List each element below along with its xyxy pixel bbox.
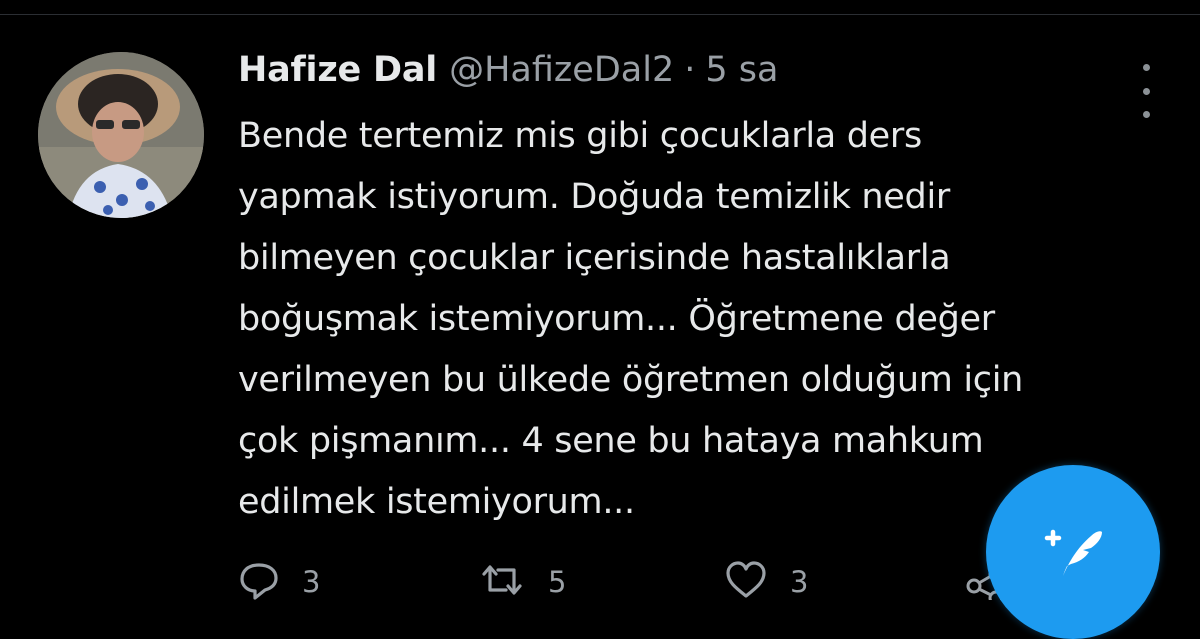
tweet-text-line: boğuşmak istemiyorum... Öğretmene değer [238, 299, 995, 339]
tweet-text-line: çok pişmanım... 4 sene bu hataya mahkum [238, 421, 984, 461]
retweet-button[interactable]: 5 [478, 560, 566, 604]
tweet-text: Bende tertemiz mis gibi çocuklarla ders … [238, 106, 1118, 533]
reply-count: 3 [302, 565, 321, 599]
tweet-text-line: edilmek istemiyorum... [238, 482, 635, 522]
author-name[interactable]: Hafize Dal [238, 50, 437, 90]
separator: · [684, 50, 696, 90]
reply-icon [238, 560, 280, 604]
tweet-text-line: yapmak istiyorum. Doğuda temizlik nedir [238, 177, 950, 217]
retweet-icon [478, 560, 526, 604]
like-count: 3 [790, 565, 809, 599]
more-vertical-icon[interactable] [1132, 64, 1160, 118]
tweet-header: Hafize Dal @HafizeDal2 · 5 sa [238, 50, 778, 100]
retweet-count: 5 [548, 565, 567, 599]
more-dot [1142, 64, 1150, 71]
tweet-text-line: verilmeyen bu ülkede öğretmen olduğum iç… [238, 360, 1024, 400]
author-handle[interactable]: @HafizeDal2 [449, 50, 674, 90]
like-button[interactable]: 3 [724, 560, 808, 604]
tweet-text-line: Bende tertemiz mis gibi çocuklarla ders [238, 116, 922, 156]
more-dot [1142, 87, 1150, 95]
avatar[interactable] [38, 52, 204, 218]
heart-icon [724, 560, 768, 604]
compose-feather-icon [1033, 510, 1113, 594]
compose-tweet-button[interactable] [986, 465, 1160, 639]
reply-button[interactable]: 3 [238, 560, 320, 604]
timestamp[interactable]: 5 sa [705, 50, 778, 90]
tweet-text-line: bilmeyen çocuklar içerisinde hastalıklar… [238, 238, 951, 278]
more-dot [1142, 111, 1150, 118]
tweet[interactable]: Hafize Dal @HafizeDal2 · 5 sa Bende tert… [0, 0, 1200, 639]
